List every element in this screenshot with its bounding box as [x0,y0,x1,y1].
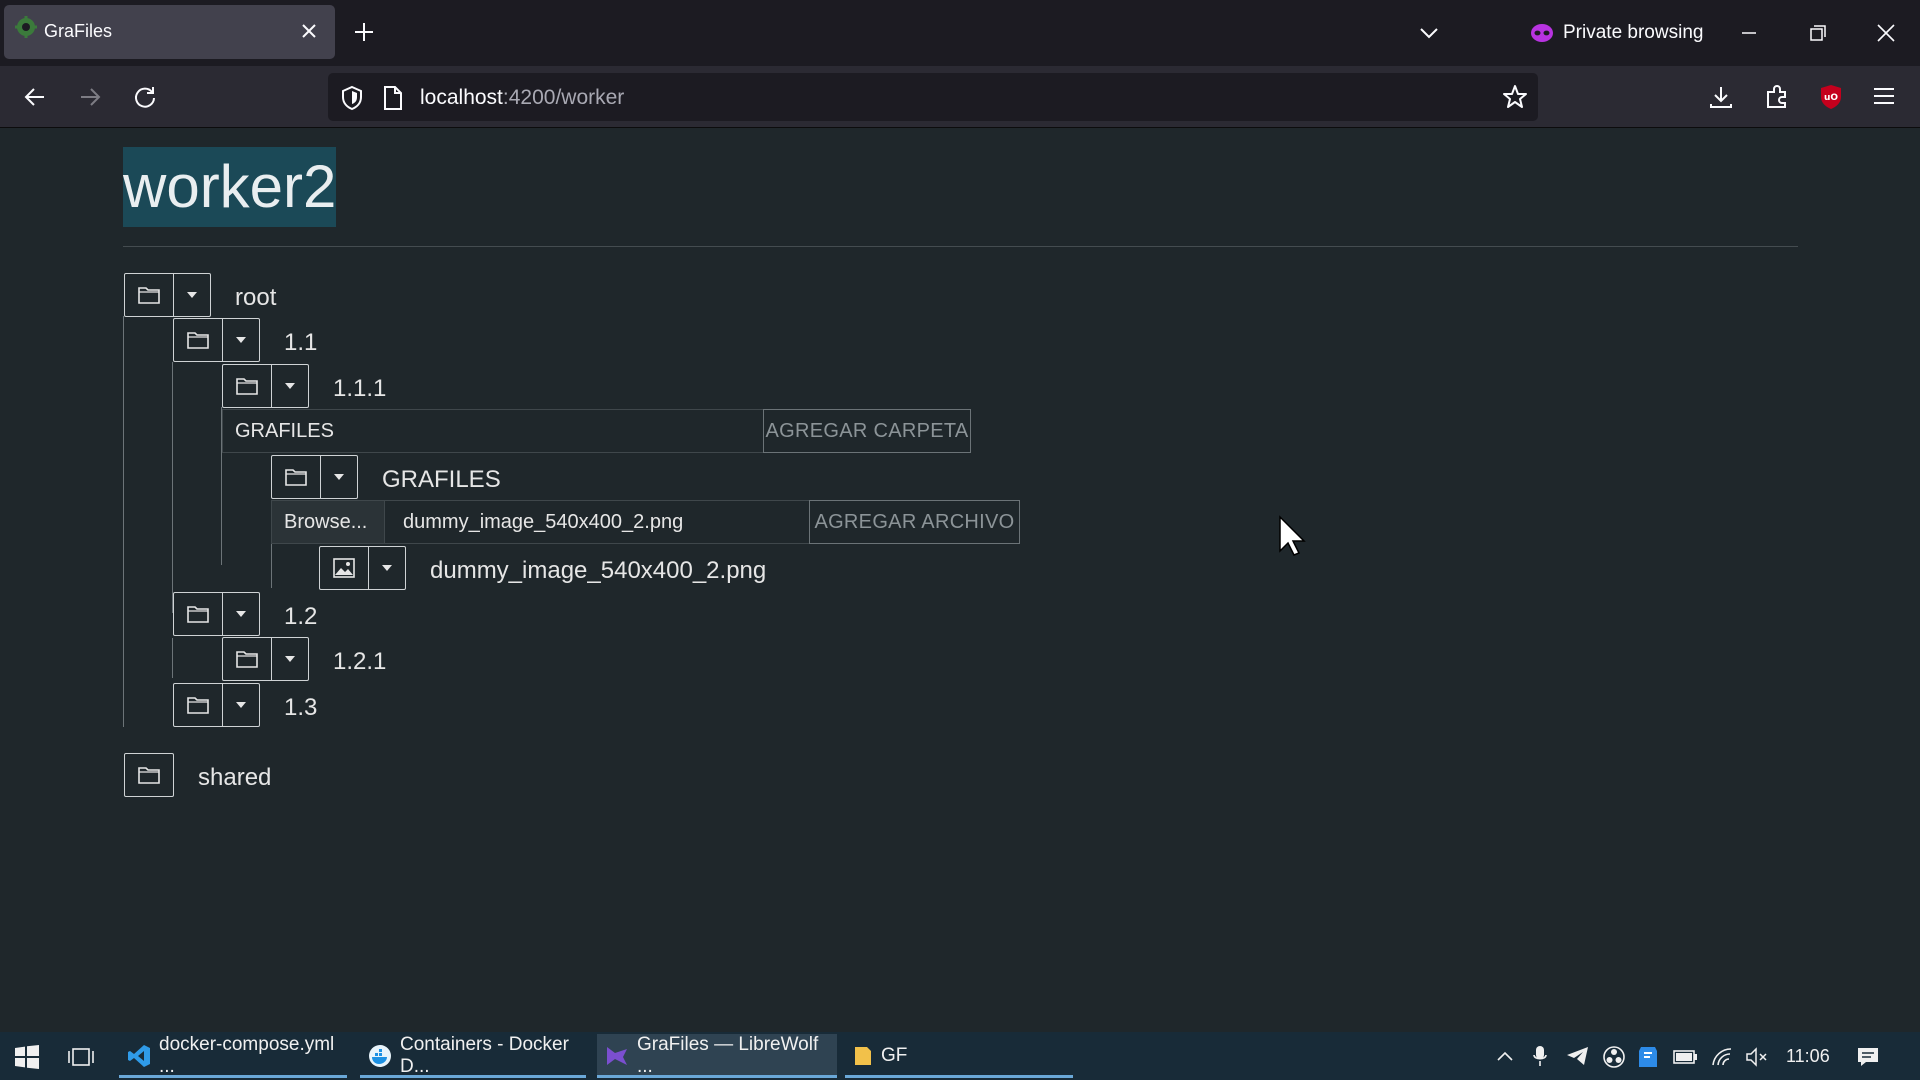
tree-guide-line [123,316,124,727]
tray-chevron-up-icon[interactable] [1496,1049,1514,1063]
task-view-icon[interactable] [68,1045,94,1069]
file-explorer-folder-icon [853,1045,873,1067]
taskbar-item-librewolf[interactable]: GraFiles — LibreWolf ... [597,1034,837,1078]
caret-down-icon[interactable] [320,456,357,498]
folder-node-1-2-1 [222,637,309,681]
window-close-icon[interactable] [1875,22,1897,44]
caret-down-icon[interactable] [368,547,405,589]
url-path: :4200/worker [502,86,625,109]
reload-icon[interactable] [132,84,158,110]
folder-icon[interactable] [125,754,173,796]
caret-down-icon[interactable] [222,319,259,361]
telegram-icon[interactable] [1566,1045,1590,1067]
folder-label-1-2: 1.2 [284,603,318,630]
clock[interactable]: 11:06 [1786,1046,1830,1067]
folder-label-1-2-1: 1.2.1 [333,648,387,675]
new-tab-plus-icon[interactable] [352,20,376,44]
folder-label-root: root [235,284,277,311]
running-indicator [845,1075,1073,1078]
folder-node-root [124,273,211,317]
docker-icon [368,1044,392,1068]
tracking-shield-icon[interactable] [340,85,364,111]
microphone-icon[interactable] [1532,1045,1548,1067]
folder-icon[interactable] [223,365,271,407]
caret-down-icon[interactable] [271,365,308,407]
close-icon[interactable] [298,20,320,42]
windows-start-icon[interactable] [14,1045,40,1069]
folder-node-1-2 [173,592,260,636]
folder-icon[interactable] [174,319,222,361]
tree-guide-line [271,544,272,588]
folder-node-1-3 [173,683,260,727]
taskbar-item-label: Containers - Docker D... [400,1034,569,1077]
app-tray-blue-icon[interactable] [1637,1045,1659,1069]
caret-down-icon[interactable] [173,274,210,316]
tree-guide-line [172,362,173,613]
folder-name-input[interactable]: GRAFILES [222,409,764,453]
folder-icon[interactable] [174,684,222,726]
minimize-icon[interactable] [1738,22,1760,44]
folder-label-shared: shared [198,764,272,791]
file-label: dummy_image_540x400_2.png [430,557,767,584]
back-arrow-icon[interactable] [22,84,48,110]
wifi-icon[interactable] [1710,1045,1734,1069]
private-browsing-label: Private browsing [1563,22,1704,43]
taskbar-item-docker[interactable]: Containers - Docker D... [360,1034,586,1078]
taskbar-item-gf[interactable]: GF [845,1034,1073,1078]
speaker-muted-icon[interactable] [1745,1045,1769,1069]
forward-arrow-icon[interactable] [77,84,103,110]
folder-node-1-1-1 [222,364,309,408]
running-indicator [597,1075,837,1078]
chevron-down-icon[interactable] [1418,22,1440,44]
page-title: worker2 [123,147,337,227]
folder-node-grafiles [271,455,358,499]
restore-icon[interactable] [1807,22,1829,44]
taskbar-item-vscode[interactable]: docker-compose.yml ... [119,1034,347,1078]
folder-node-shared [124,753,174,797]
folder-icon[interactable] [223,638,271,680]
running-indicator [119,1075,347,1078]
folder-icon[interactable] [272,456,320,498]
vscode-icon [127,1044,151,1068]
file-node-dummy-image [319,546,406,590]
folder-label-1-1: 1.1 [284,329,318,356]
add-file-button[interactable]: AGREGAR ARCHIVO [809,500,1020,544]
folder-icon[interactable] [174,593,222,635]
folder-node-1-1 [173,318,260,362]
bookmark-star-icon[interactable] [1502,84,1528,110]
folder-icon[interactable] [125,274,173,316]
file-input[interactable]: dummy_image_540x400_2.png [384,500,810,544]
extensions-puzzle-icon[interactable] [1764,84,1790,110]
folder-label-1-3: 1.3 [284,694,318,721]
ublock-shield-icon[interactable]: uO [1818,83,1844,111]
url-host: localhost [420,86,503,109]
battery-icon[interactable] [1672,1047,1698,1067]
grafiles-favicon-icon [14,15,38,39]
obs-icon[interactable] [1602,1045,1626,1069]
notifications-icon[interactable] [1856,1045,1880,1069]
svg-text:uO: uO [1824,93,1838,103]
folder-label-1-1-1: 1.1.1 [333,375,387,402]
caret-down-icon[interactable] [222,593,259,635]
taskbar-item-label: docker-compose.yml ... [159,1034,335,1077]
image-file-icon[interactable] [320,547,368,589]
page-info-icon[interactable] [382,85,404,111]
tree-guide-line [172,638,173,678]
tab-title: GraFiles [44,21,113,41]
mouse-cursor-icon [1278,515,1308,557]
caret-down-icon[interactable] [222,684,259,726]
caret-down-icon[interactable] [271,638,308,680]
folder-label-grafiles: GRAFILES [382,466,501,493]
downloads-icon[interactable] [1708,84,1734,110]
taskbar-item-label: GF [881,1045,908,1066]
running-indicator [360,1075,586,1078]
url-text[interactable]: localhost:4200/worker [420,86,624,110]
divider [123,246,1798,247]
add-folder-button[interactable]: AGREGAR CARPETA [763,409,971,453]
browse-button[interactable]: Browse... [271,500,385,544]
librewolf-icon [605,1045,629,1067]
hamburger-menu-icon[interactable] [1872,85,1896,107]
taskbar-item-label: GraFiles — LibreWolf ... [637,1034,819,1077]
private-mask-icon [1530,22,1554,44]
